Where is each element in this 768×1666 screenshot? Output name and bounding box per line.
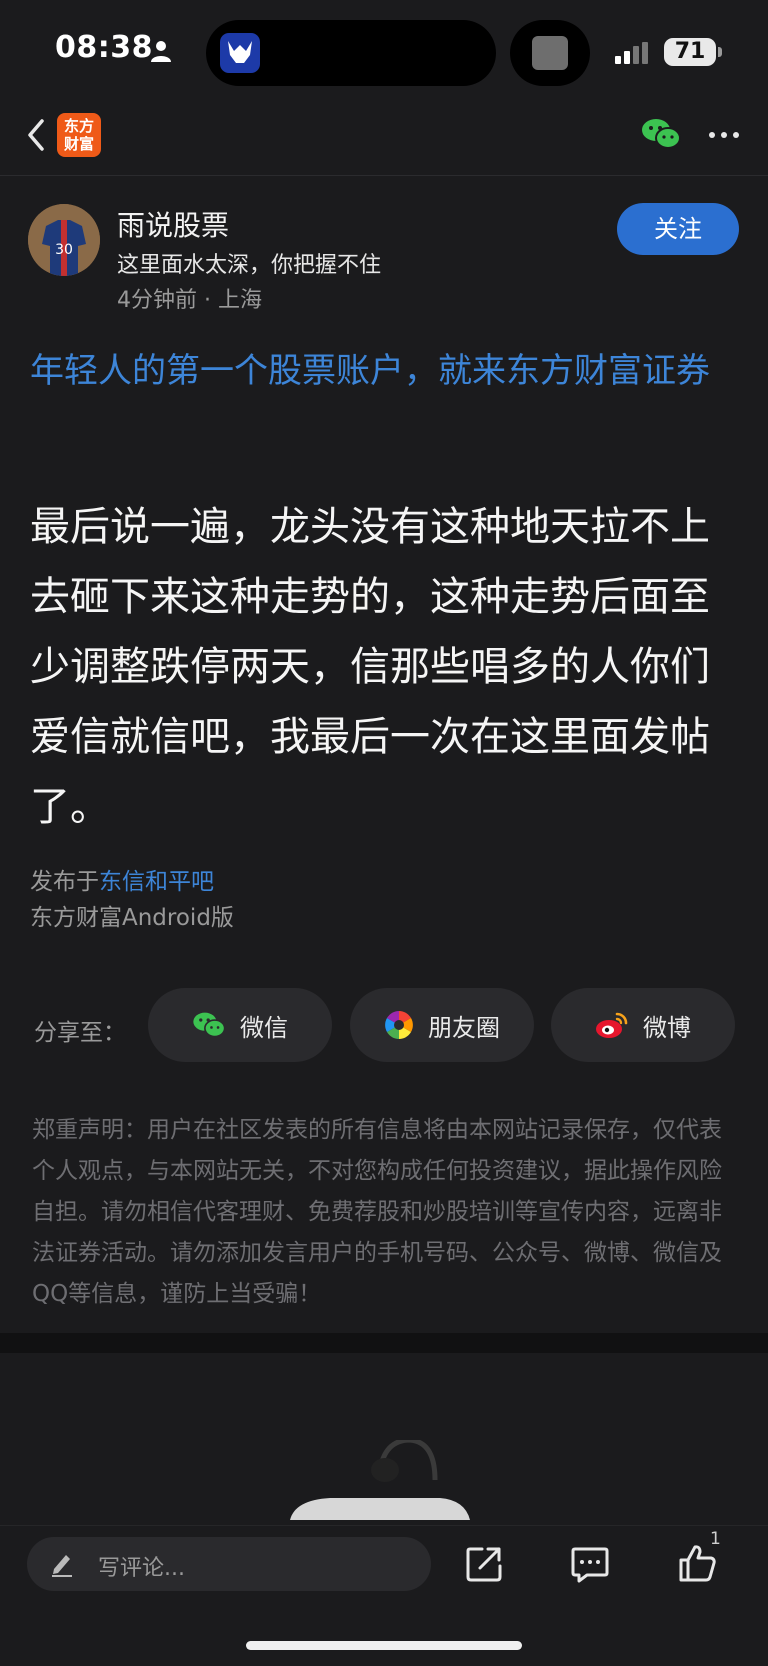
share-weibo-button[interactable]: 微博 — [551, 988, 735, 1062]
share-moments-label: 朋友圈 — [428, 1013, 500, 1042]
promo-link[interactable]: 年轻人的第一个股票账户，就来东方财富证券 — [30, 345, 740, 397]
battery-tip — [718, 47, 722, 57]
battery-indicator: 71 — [664, 38, 716, 66]
author-name[interactable]: 雨说股票 — [117, 204, 229, 244]
share-wechat-label: 微信 — [240, 1013, 288, 1042]
status-time: 08:38 — [55, 30, 153, 65]
share-moments-button[interactable]: 朋友圈 — [350, 988, 534, 1062]
person-icon — [151, 41, 171, 62]
avatar[interactable]: 30 — [28, 204, 100, 276]
follow-button[interactable]: 关注 — [617, 203, 739, 255]
share-label: 分享至： — [34, 1020, 126, 1046]
wechat-icon — [193, 1012, 226, 1038]
post-meta: 4分钟前 · 上海 — [117, 288, 262, 313]
pen-icon — [52, 1555, 72, 1577]
author-signature: 这里面水太深，你把握不住 — [117, 253, 382, 278]
svg-text:30: 30 — [55, 242, 73, 258]
share-wechat-button[interactable]: 微信 — [148, 988, 332, 1062]
share-weibo-label: 微博 — [643, 1013, 691, 1042]
deer-app-icon — [220, 33, 260, 73]
moments-icon — [385, 1011, 413, 1039]
wechat-icon[interactable] — [641, 117, 681, 151]
comment-icon[interactable] — [571, 1545, 609, 1583]
app-logo-line2: 财富 — [63, 135, 94, 153]
like-count: 1 — [710, 1529, 721, 1549]
back-chevron-icon[interactable] — [22, 115, 52, 155]
share-out-icon[interactable] — [466, 1546, 502, 1582]
more-dots-icon[interactable] — [708, 130, 740, 140]
comment-input[interactable] — [27, 1537, 431, 1591]
nav-divider — [0, 175, 768, 176]
app-logo[interactable]: 东方 财富 — [57, 113, 101, 157]
product-image — [290, 1440, 470, 1520]
section-separator — [0, 1333, 768, 1353]
post-body: 最后说一遍，龙头没有这种地天拉不上去砸下来这种走势的，这种走势后面至少调整跌停两… — [30, 504, 710, 830]
disclaimer: 郑重声明：用户在社区发表的所有信息将由本网站记录保存，仅代表个人观点，与本网站无… — [32, 1117, 722, 1307]
home-indicator — [246, 1641, 522, 1650]
activity-thumbnail — [532, 36, 568, 70]
posted-in-prefix: 发布于 — [30, 869, 99, 895]
app-logo-line1: 东方 — [63, 117, 94, 135]
posted-in: 发布于东信和平吧 — [30, 862, 214, 896]
weibo-icon — [596, 1012, 628, 1038]
comment-placeholder[interactable]: 写评论... — [98, 1550, 185, 1582]
like-icon[interactable] — [678, 1543, 716, 1583]
signal-icon — [615, 42, 648, 64]
board-link[interactable]: 东信和平吧 — [99, 869, 214, 895]
client-source: 东方财富Android版 — [30, 905, 234, 931]
